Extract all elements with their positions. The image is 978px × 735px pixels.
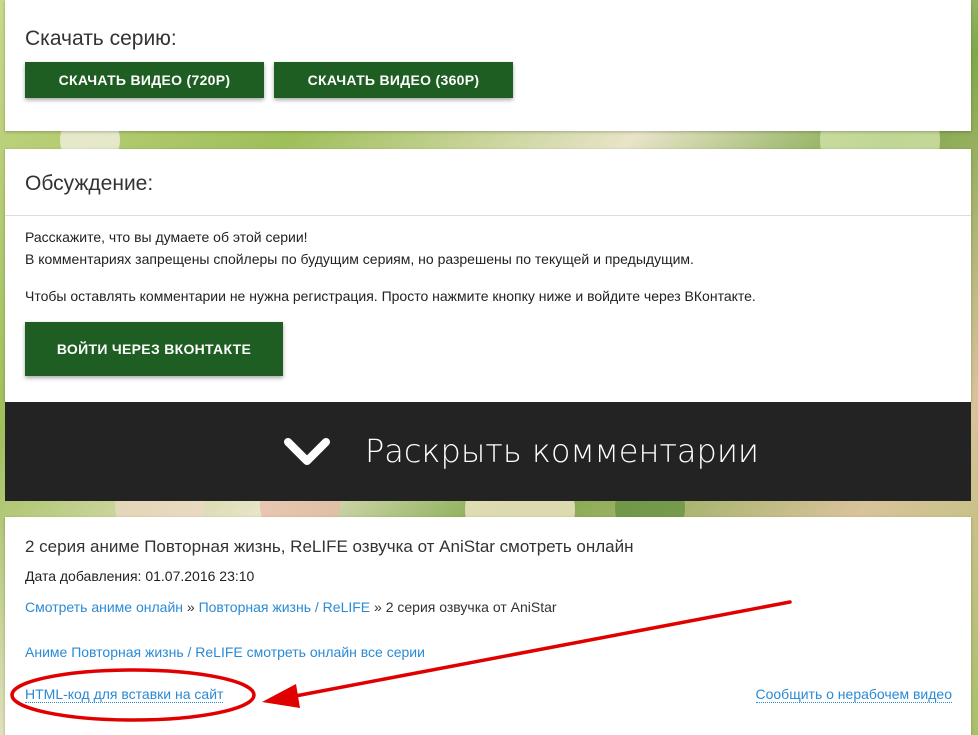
download-card: Скачать серию: СКАЧАТЬ ВИДЕО (720P) СКАЧ… [5,0,971,131]
episode-info-card: 2 серия аниме Повторная жизнь, ReLIFE оз… [5,517,971,735]
discussion-title: Обсуждение: [25,172,154,195]
download-title: Скачать серию: [25,27,177,50]
date-label: Дата добавления: [25,568,142,584]
divider [5,215,971,216]
html-embed-code-link[interactable]: HTML-код для вставки на сайт [25,686,224,703]
discussion-login-hint: Чтобы оставлять комментарии не нужна рег… [25,288,756,304]
breadcrumb-current: 2 серия озвучка от AniStar [385,599,557,615]
episode-title: 2 серия аниме Повторная жизнь, ReLIFE оз… [25,537,634,556]
breadcrumb-home-link[interactable]: Смотреть аниме онлайн [25,599,183,615]
discussion-rules: В комментариях запрещены спойлеры по буд… [25,251,694,267]
report-broken-video-link[interactable]: Сообщить о нерабочем видео [755,686,952,703]
expand-comments-label: Раскрыть комментарии [365,432,759,470]
all-episodes-link[interactable]: Аниме Повторная жизнь / ReLIFE смотреть … [25,644,425,660]
breadcrumb-series-link[interactable]: Повторная жизнь / ReLIFE [199,599,371,615]
vk-login-button[interactable]: ВОЙТИ ЧЕРЕЗ ВКОНТАКТЕ [25,322,283,376]
date-added: Дата добавления: 01.07.2016 23:10 [25,568,254,584]
date-value: 01.07.2016 23:10 [145,568,255,584]
download-720p-button[interactable]: СКАЧАТЬ ВИДЕО (720P) [25,62,264,98]
chevron-down-icon [283,435,331,474]
breadcrumb-separator: » [186,599,195,615]
expand-comments-bar[interactable]: Раскрыть комментарии [5,402,971,501]
discussion-card: Обсуждение: Расскажите, что вы думаете о… [5,149,971,402]
breadcrumb-separator: » [374,599,382,615]
breadcrumb: Смотреть аниме онлайн » Повторная жизнь … [25,599,557,615]
download-360p-button[interactable]: СКАЧАТЬ ВИДЕО (360P) [274,62,513,98]
discussion-intro: Расскажите, что вы думаете об этой серии… [25,229,308,245]
